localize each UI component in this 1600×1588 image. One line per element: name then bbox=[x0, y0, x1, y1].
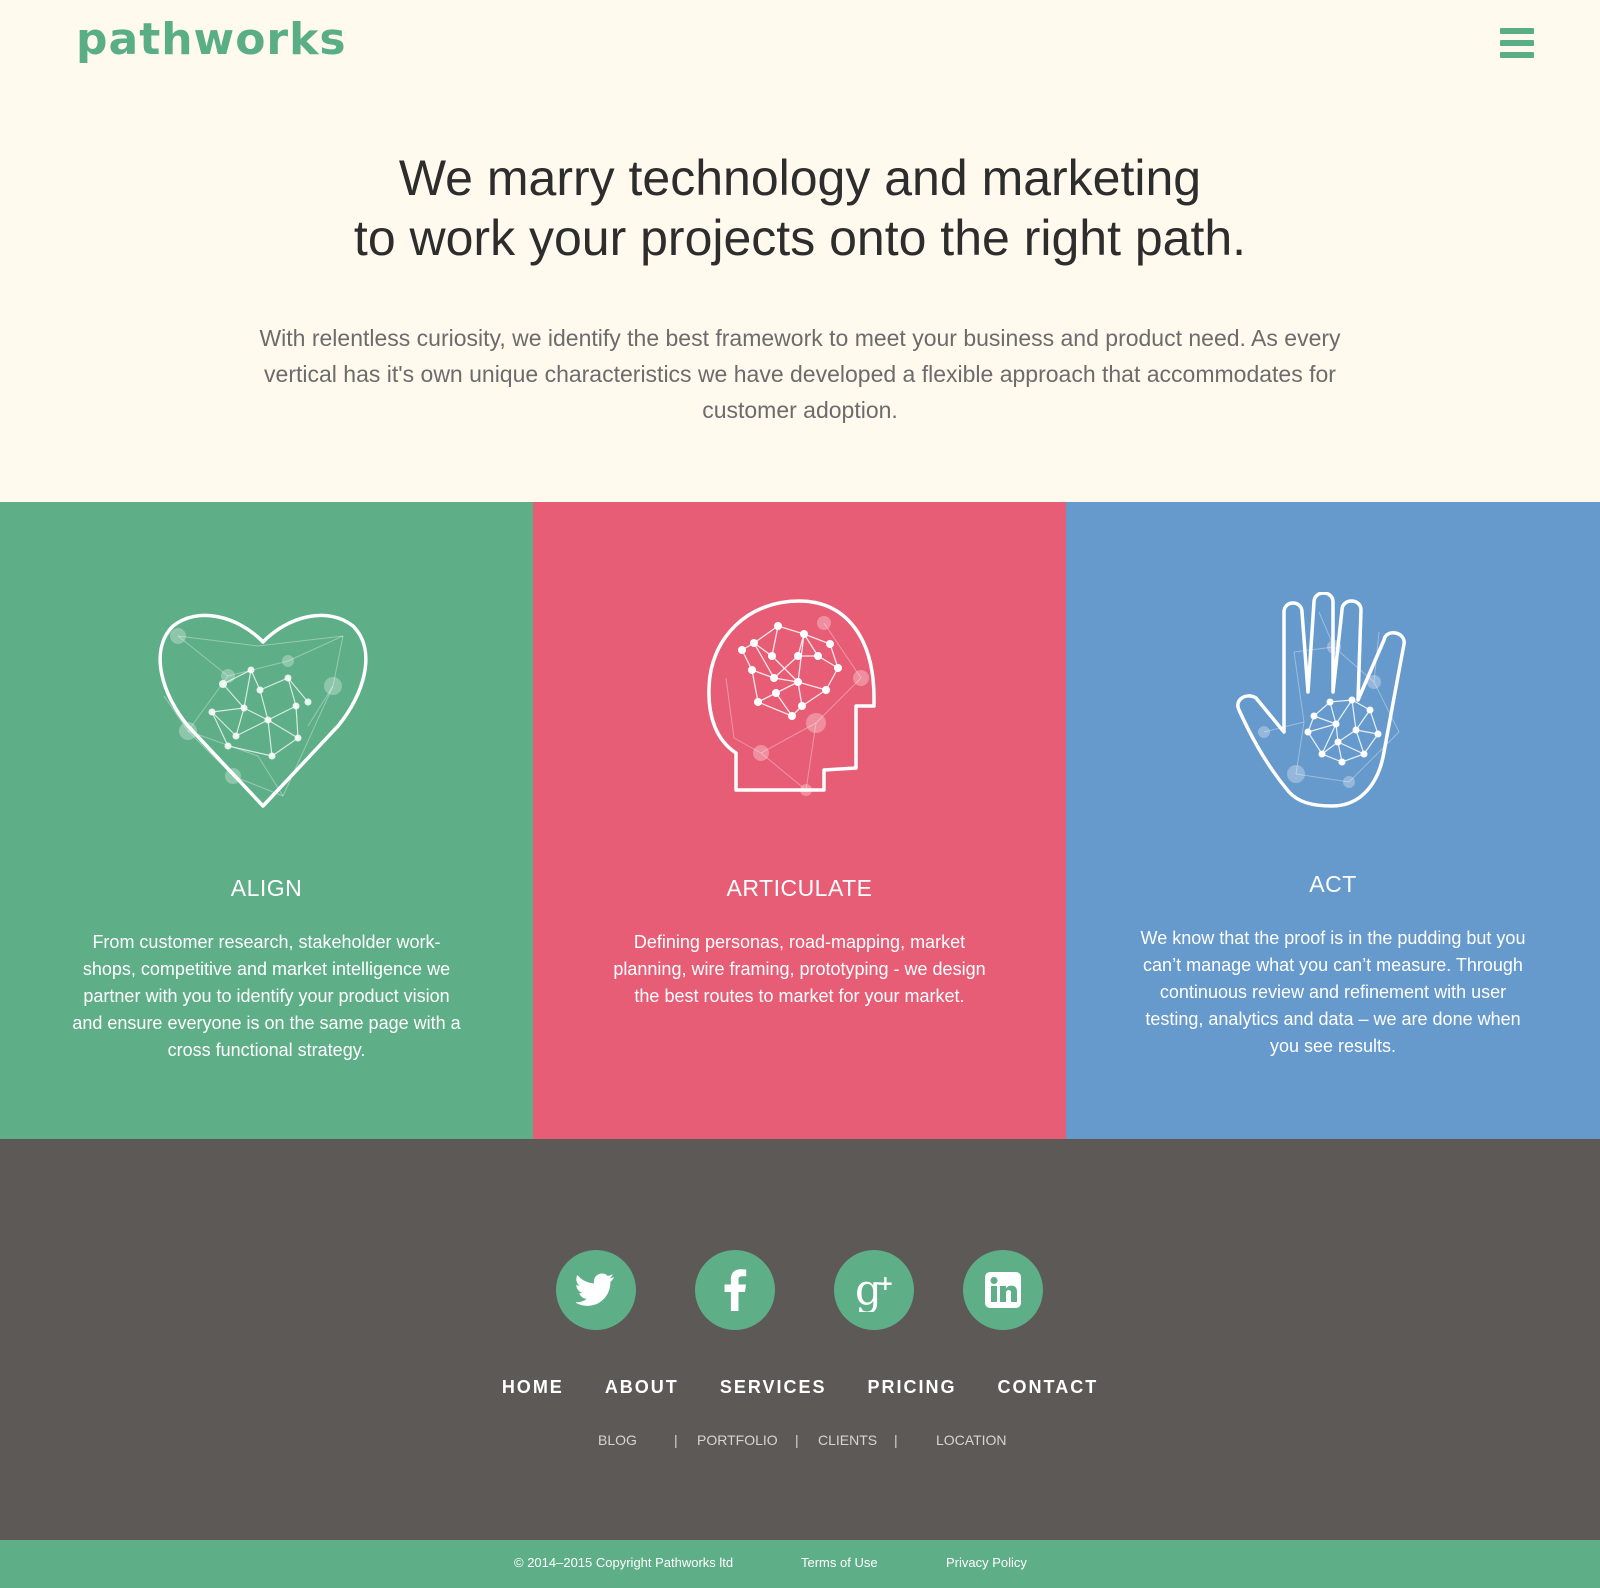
feature-panels: ALIGN From customer research, stakeholde… bbox=[0, 502, 1600, 1139]
twitter-icon bbox=[576, 1273, 614, 1306]
panel-act-title: ACT bbox=[1309, 871, 1357, 897]
hero-section: We marry technology and marketing to wor… bbox=[0, 148, 1600, 428]
nav-portfolio[interactable]: PORTFOLIO bbox=[697, 1432, 778, 1448]
google-plus-button[interactable]: g + bbox=[834, 1250, 914, 1330]
hero-title-line1: We marry technology and marketing bbox=[398, 150, 1202, 206]
hamburger-menu-icon[interactable] bbox=[1500, 28, 1534, 58]
svg-text:+: + bbox=[877, 1271, 894, 1295]
hero-title-line2: to work your projects onto the right pat… bbox=[353, 210, 1247, 266]
facebook-button[interactable] bbox=[695, 1250, 775, 1330]
pathworks-logo[interactable]: pathworks bbox=[76, 14, 347, 65]
nav-separator: | bbox=[894, 1432, 898, 1448]
nav-contact[interactable]: CONTACT bbox=[998, 1377, 1099, 1398]
panel-articulate: ARTICULATE Defining personas, road-mappi… bbox=[533, 502, 1066, 1139]
nav-about[interactable]: ABOUT bbox=[605, 1377, 679, 1398]
nav-blog[interactable]: BLOG bbox=[598, 1432, 637, 1448]
facebook-icon bbox=[724, 1269, 747, 1311]
panel-articulate-title: ARTICULATE bbox=[726, 875, 873, 901]
site-header: pathworks bbox=[0, 0, 1600, 130]
twitter-button[interactable] bbox=[556, 1250, 636, 1330]
heart-network-icon bbox=[158, 613, 368, 808]
hand-network-icon bbox=[1236, 592, 1406, 808]
copyright-bar: © 2014–2015 Copyright Pathworks ltd Term… bbox=[0, 1540, 1600, 1588]
head-network-icon bbox=[707, 599, 876, 796]
hero-title: We marry technology and marketing to wor… bbox=[0, 148, 1600, 268]
copyright-text: © 2014–2015 Copyright Pathworks ltd bbox=[514, 1555, 734, 1570]
footer-sub-nav: BLOG | PORTFOLIO | CLIENTS | LOCATION bbox=[0, 1432, 1600, 1452]
social-links: g + bbox=[0, 1250, 1600, 1330]
linkedin-icon bbox=[985, 1272, 1021, 1308]
hero-body: With relentless curiosity, we identify t… bbox=[259, 325, 1341, 423]
panel-act: ACT We know that the proof is in the pud… bbox=[1066, 502, 1600, 1139]
nav-separator: | bbox=[795, 1432, 799, 1448]
google-plus-icon: g + bbox=[855, 1268, 894, 1312]
panel-align-text: From customer research, stakeholder work… bbox=[72, 932, 461, 1060]
menu-bar bbox=[1500, 28, 1534, 34]
footer-main-nav: HOME ABOUT SERVICES PRICING CONTACT bbox=[0, 1377, 1600, 1398]
footer-nav-section: g + HOME ABOUT SERVICES PRICING CONTACT … bbox=[0, 1139, 1600, 1540]
privacy-link[interactable]: Privacy Policy bbox=[946, 1555, 1027, 1570]
nav-pricing[interactable]: PRICING bbox=[868, 1377, 957, 1398]
terms-link[interactable]: Terms of Use bbox=[801, 1555, 878, 1570]
nav-location[interactable]: LOCATION bbox=[936, 1432, 1007, 1448]
menu-bar bbox=[1500, 40, 1534, 46]
nav-services[interactable]: SERVICES bbox=[720, 1377, 827, 1398]
nav-home[interactable]: HOME bbox=[502, 1377, 564, 1398]
panel-act-text: We know that the proof is in the pudding… bbox=[1140, 928, 1526, 1056]
nav-separator: | bbox=[674, 1432, 678, 1448]
linkedin-button[interactable] bbox=[963, 1250, 1043, 1330]
menu-bar bbox=[1500, 52, 1534, 58]
panel-align-title: ALIGN bbox=[230, 875, 303, 901]
nav-clients[interactable]: CLIENTS bbox=[818, 1432, 877, 1448]
panel-align: ALIGN From customer research, stakeholde… bbox=[0, 502, 533, 1139]
panel-articulate-text: Defining personas, road-mapping, market … bbox=[613, 932, 986, 1006]
